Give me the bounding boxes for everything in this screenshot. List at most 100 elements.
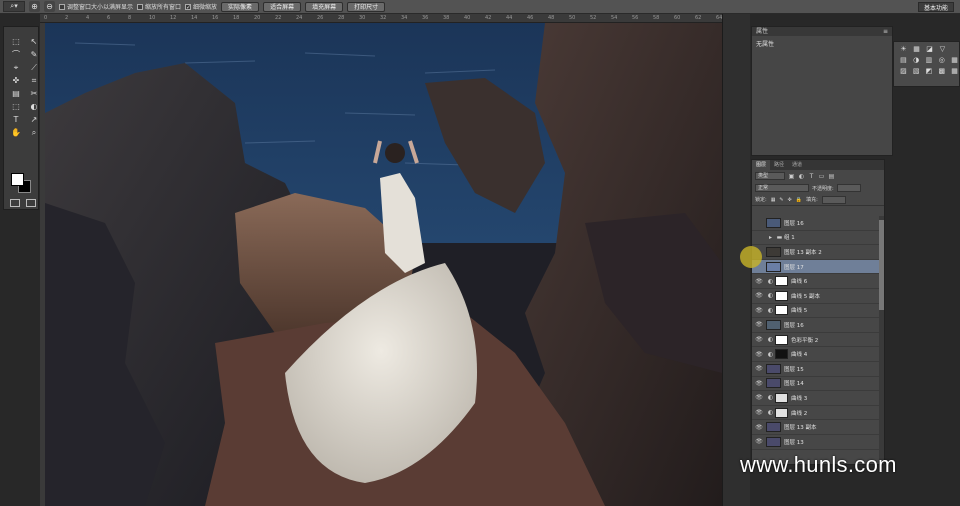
filter-smart-icon[interactable]: ▤ (828, 173, 835, 180)
tool-icon[interactable]: ⬚ (9, 101, 23, 112)
filter-shape-icon[interactable]: ▭ (818, 173, 825, 180)
layer-row[interactable]: 👁 ◐ 曲线 6 (752, 274, 879, 289)
adjustment-icon[interactable]: ▥ (925, 56, 934, 64)
visibility-eye-icon[interactable]: 👁 (752, 336, 766, 343)
panel-menu-icon[interactable]: ≡ (883, 27, 888, 36)
tool-icon[interactable]: ⟋ (27, 62, 41, 73)
visibility-eye-icon[interactable]: 👁 (752, 278, 766, 285)
layer-row[interactable]: 图层 16 (752, 216, 879, 231)
layer-row[interactable]: 👁 ◐ 曲线 4 (752, 347, 879, 362)
zoom-out-icon[interactable]: ⊖ (44, 1, 55, 12)
opacity-field[interactable] (836, 184, 861, 192)
adjustment-icon[interactable]: ▤ (899, 56, 908, 64)
tool-icon[interactable]: T (9, 114, 23, 125)
tool-icon[interactable]: ⌒ (9, 49, 23, 60)
blend-mode-select[interactable]: 正常 (755, 184, 809, 192)
tool-icon[interactable]: ✂ (27, 88, 41, 99)
visibility-eye-icon[interactable]: 👁 (752, 394, 766, 401)
adjustment-icon[interactable]: ◪ (925, 45, 934, 53)
layer-thumbnail[interactable] (766, 246, 781, 257)
adjustment-icon[interactable]: ▽ (938, 45, 947, 53)
layer-thumbnail[interactable] (766, 422, 781, 433)
layer-thumbnail[interactable] (766, 436, 781, 447)
zoom-all-windows-checkbox[interactable]: 缩放所有窗口 (137, 2, 181, 11)
tool-icon[interactable]: ↗ (27, 114, 41, 125)
layer-row[interactable]: 👁 ◐ 曲线 5 (752, 304, 879, 319)
checkbox-box-checked[interactable]: ✓ (185, 3, 191, 10)
lock-move-icon[interactable]: ✜ (788, 197, 792, 203)
layer-filter-kind-select[interactable]: 类型 (755, 172, 785, 180)
filter-pixel-icon[interactable]: ▣ (788, 173, 795, 180)
layer-row[interactable]: 👁 ◐ 曲线 2 (752, 406, 879, 421)
lock-paint-icon[interactable]: ✎ (779, 197, 783, 203)
adjustment-icon[interactable]: ▨ (899, 67, 908, 75)
layers-tab[interactable]: 通道 (788, 160, 806, 170)
layers-tab[interactable]: 图层 (752, 160, 771, 170)
standard-mode-icon[interactable] (10, 199, 20, 207)
layer-row[interactable]: 👁 图层 13 (752, 435, 879, 450)
layer-row[interactable]: 👁 图层 14 (752, 377, 879, 392)
fill-field[interactable] (821, 195, 846, 204)
horizontal-ruler[interactable]: 0 2 4 6 8 10 12 14 16 18 20 22 24 26 28 30 32 34 36 38 40 42 4… (40, 14, 722, 23)
adjustment-icon[interactable]: ◑ (912, 56, 921, 64)
layer-thumbnail[interactable] (766, 217, 781, 228)
layer-row[interactable]: 👁 ◐ 色彩平衡 2 (752, 333, 879, 348)
adjustment-icon[interactable]: ▩ (937, 67, 946, 75)
visibility-eye-icon[interactable]: 👁 (752, 409, 766, 416)
layer-row[interactable]: 图层 17 (752, 259, 879, 275)
zoom-in-icon[interactable]: ⊕ (29, 1, 40, 12)
layer-thumbnail[interactable] (766, 319, 781, 330)
lock-all-icon[interactable]: 🔒 (796, 197, 802, 203)
tool-icon[interactable]: ⌖ (9, 62, 23, 73)
visibility-eye-icon[interactable]: 👁 (752, 321, 766, 328)
visibility-eye-icon[interactable]: 👁 (752, 424, 766, 431)
layer-mask-thumbnail[interactable] (775, 349, 788, 360)
layer-list-scrollbar[interactable] (879, 216, 884, 464)
layer-thumbnail[interactable] (766, 261, 781, 272)
layer-thumbnail[interactable] (766, 378, 781, 389)
tool-icon[interactable]: ⬚ (9, 36, 23, 47)
layer-row[interactable]: 👁 图层 15 (752, 362, 879, 377)
tool-icon[interactable]: ▤ (9, 88, 23, 99)
tool-preset-picker[interactable]: ⌕▾ (3, 1, 25, 12)
checkbox-box[interactable] (59, 3, 65, 10)
tool-icon[interactable]: ✋ (9, 127, 23, 138)
layer-mask-thumbnail[interactable] (775, 276, 788, 287)
fit-screen-button[interactable]: 适合屏幕 (263, 1, 302, 12)
layer-row[interactable]: 👁 图层 16 (752, 318, 879, 333)
visibility-eye-icon[interactable]: 👁 (752, 307, 766, 314)
layer-thumbnail[interactable] (766, 363, 781, 374)
adjustment-icon[interactable]: ◎ (937, 56, 946, 64)
tool-icon[interactable]: ✎ (27, 49, 41, 60)
properties-panel-header[interactable]: 属性 ≡ (752, 27, 892, 36)
adjustment-icon[interactable]: ◩ (925, 67, 934, 75)
layer-mask-thumbnail[interactable] (775, 407, 788, 418)
checkbox-box[interactable] (137, 3, 144, 10)
color-swatches[interactable] (11, 173, 37, 195)
adjustment-icon[interactable]: ▦ (950, 67, 959, 75)
scrubby-zoom-checkbox[interactable]: ✓ 细微缩放 (185, 2, 217, 11)
visibility-eye-icon[interactable]: 👁 (752, 438, 766, 445)
layers-tab[interactable]: 路径 (770, 160, 788, 170)
layer-mask-thumbnail[interactable] (775, 305, 788, 316)
tool-icon[interactable]: ✜ (9, 75, 23, 86)
workspace-switcher[interactable]: 基本功能 (917, 2, 954, 12)
tool-icon[interactable]: ◐ (27, 101, 41, 112)
visibility-eye-icon[interactable]: 👁 (752, 365, 766, 372)
actual-pixels-button[interactable]: 实际像素 (221, 1, 260, 12)
adjustment-icon[interactable]: ▦ (950, 56, 959, 64)
visibility-eye-icon[interactable]: 👁 (752, 292, 766, 299)
layer-mask-thumbnail[interactable] (775, 392, 788, 403)
adjustment-icon[interactable]: ▦ (912, 45, 921, 53)
visibility-eye-icon[interactable]: 👁 (752, 351, 766, 358)
resize-windows-checkbox[interactable]: 调整窗口大小以满屏显示 (59, 2, 133, 11)
layer-row[interactable]: 图层 13 副本 2 (752, 245, 879, 260)
layer-row[interactable]: ▸ ▬ 组 1 (752, 231, 879, 246)
print-size-button[interactable]: 打印尺寸 (347, 1, 386, 12)
foreground-color-swatch[interactable] (11, 173, 24, 186)
layer-row[interactable]: 👁 图层 13 副本 (752, 420, 879, 435)
adjustment-icon[interactable]: ▧ (912, 67, 921, 75)
visibility-eye-icon[interactable]: 👁 (752, 380, 766, 387)
layer-row[interactable]: 👁 ◐ 曲线 5 副本 (752, 289, 879, 304)
screen-mode-icon[interactable] (26, 199, 36, 207)
